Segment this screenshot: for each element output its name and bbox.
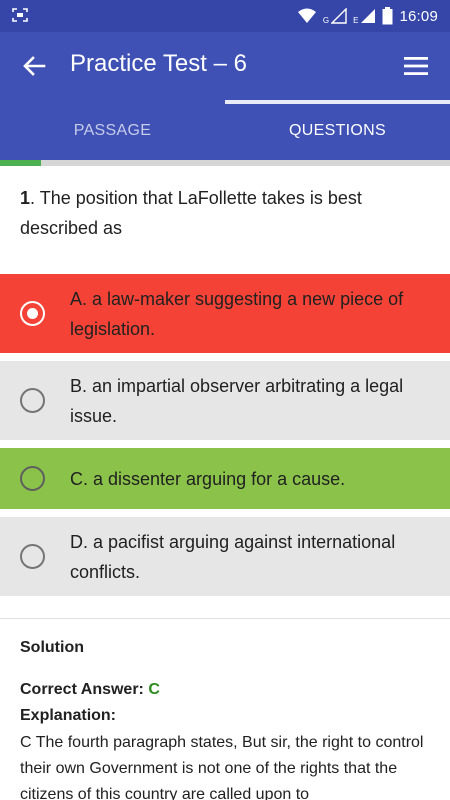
correct-answer: Correct Answer: C: [20, 678, 160, 702]
status-time: 16:09: [399, 7, 438, 25]
radio-icon[interactable]: [20, 466, 45, 491]
tab-questions[interactable]: QUESTIONS: [225, 100, 450, 162]
progress-bar: [0, 160, 450, 166]
tab-passage[interactable]: PASSAGE: [0, 100, 225, 162]
status-bar: G E 16:09: [0, 0, 450, 32]
option-a-text: A. a law-maker suggesting a new piece of…: [70, 288, 404, 339]
progress-fill: [0, 160, 41, 166]
tab-bar: PASSAGE QUESTIONS: [0, 100, 450, 162]
question-number: 1: [20, 188, 31, 208]
network-label-g: G: [322, 15, 330, 25]
signal-icon: [361, 9, 376, 23]
wifi-icon: [297, 8, 316, 23]
correct-answer-label: Correct Answer:: [20, 681, 149, 698]
tab-indicator: [225, 100, 450, 104]
option-d-text: D. a pacifist arguing against internatio…: [70, 531, 396, 582]
option-b[interactable]: B. an impartial observer arbitrating a l…: [0, 361, 450, 440]
signal-icon: [331, 8, 347, 24]
status-icons: G E 16:09: [297, 0, 438, 32]
divider: [0, 618, 450, 619]
option-d[interactable]: D. a pacifist arguing against internatio…: [0, 517, 450, 596]
question-body: . The position that LaFollette takes is …: [20, 188, 362, 238]
radio-selected-icon[interactable]: [20, 301, 45, 326]
correct-answer-letter: C: [148, 681, 160, 698]
battery-icon: [382, 7, 393, 25]
screenshot-icon: [12, 8, 28, 22]
radio-icon[interactable]: [20, 388, 45, 413]
radio-icon[interactable]: [20, 544, 45, 569]
explanation-text: C The fourth paragraph states, But sir, …: [20, 734, 424, 800]
solution-panel: Solution Correct Answer: C Explanation: …: [20, 636, 440, 800]
solution-title: Solution: [20, 639, 84, 656]
app-bar: Practice Test – 6: [0, 32, 450, 100]
option-c[interactable]: C. a dissenter arguing for a cause.: [0, 448, 450, 509]
option-b-text: B. an impartial observer arbitrating a l…: [70, 375, 404, 426]
option-a[interactable]: A. a law-maker suggesting a new piece of…: [0, 274, 450, 353]
network-label-e: E: [353, 15, 359, 25]
explanation-title: Explanation:: [20, 707, 117, 724]
arrow-left-icon[interactable]: [20, 52, 48, 80]
question-text: 1. The position that LaFollette takes is…: [20, 183, 435, 243]
menu-icon[interactable]: [402, 54, 430, 78]
page-title: Practice Test – 6: [70, 50, 247, 77]
option-c-text: C. a dissenter arguing for a cause.: [70, 468, 346, 489]
